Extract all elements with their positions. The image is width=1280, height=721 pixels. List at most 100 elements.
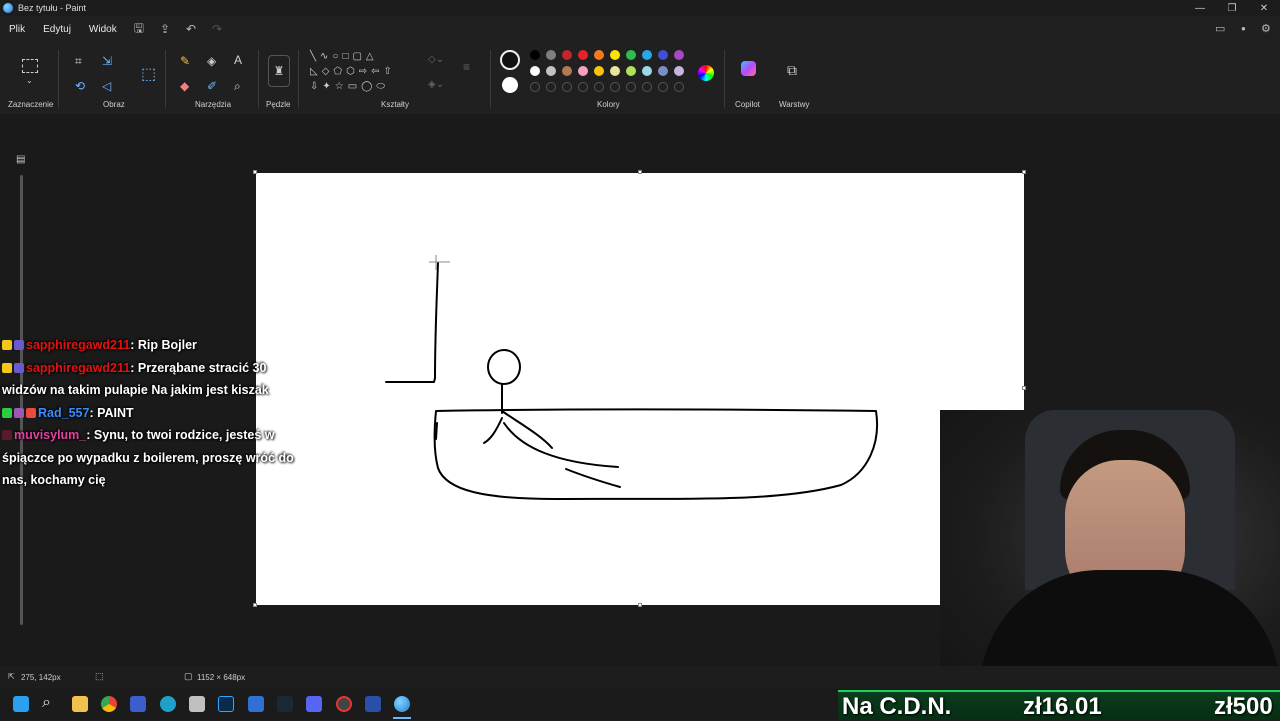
line-width-icon[interactable]: ≡ [463, 60, 470, 74]
color-swatch[interactable] [674, 66, 684, 76]
text-tool-icon[interactable]: A [234, 53, 242, 67]
image-select-icon[interactable]: ⬚ [141, 64, 156, 84]
pencil-icon[interactable]: ✎ [180, 54, 190, 68]
layers-icon[interactable]: ⧉ [787, 62, 797, 79]
app-icon[interactable] [336, 696, 352, 712]
badge-icon [26, 407, 36, 418]
app-icon[interactable] [365, 696, 381, 712]
color-swatch[interactable] [658, 50, 668, 60]
secondary-color-swatch[interactable] [502, 77, 518, 93]
group-label-selection: Zaznaczenie [8, 100, 54, 109]
brush-icon[interactable]: ♜ [268, 55, 290, 87]
search-icon[interactable]: ⌕ [42, 694, 51, 712]
save-icon[interactable]: 🖫 [134, 19, 144, 40]
chrome-icon[interactable] [101, 696, 117, 712]
color-swatch[interactable] [626, 50, 636, 60]
custom-color-slot[interactable] [626, 82, 636, 92]
color-swatch[interactable] [530, 50, 540, 60]
magnifier-icon[interactable]: ⌕ [234, 79, 241, 94]
color-swatch[interactable] [530, 66, 540, 76]
color-swatch[interactable] [610, 66, 620, 76]
chat-username: sapphiregawd211 [26, 338, 131, 352]
start-icon[interactable] [13, 696, 29, 712]
custom-color-slot[interactable] [642, 82, 652, 92]
selection-tool-icon[interactable] [22, 59, 38, 73]
save-app-icon[interactable] [130, 696, 146, 712]
color-swatch[interactable] [562, 50, 572, 60]
photoshop-icon[interactable] [218, 696, 234, 712]
custom-color-slot[interactable] [674, 82, 684, 92]
custom-color-slot[interactable] [562, 82, 572, 92]
flip-icon[interactable]: ◁ [102, 79, 111, 93]
menu-view[interactable]: Widok [80, 24, 126, 35]
chevron-down-icon[interactable]: ⌄ [26, 76, 33, 85]
menu-file[interactable]: Plik [0, 24, 34, 35]
color-swatch[interactable] [594, 50, 604, 60]
color-swatch[interactable] [658, 66, 668, 76]
custom-color-slot[interactable] [530, 82, 540, 92]
undo-icon[interactable]: ↶ [186, 22, 196, 36]
group-label-brushes: Pędzle [266, 100, 291, 109]
canvas-handle[interactable] [638, 603, 642, 607]
color-swatch[interactable] [578, 50, 588, 60]
minimize-button[interactable]: — [1184, 0, 1216, 16]
canvas-handle[interactable] [1022, 170, 1026, 174]
custom-color-slot[interactable] [546, 82, 556, 92]
title-bar: Bez tytułu - Paint — ❐ ✕ [0, 0, 1280, 16]
color-swatch[interactable] [578, 66, 588, 76]
eraser-icon[interactable]: ◆ [180, 79, 189, 93]
paint-taskbar-icon[interactable] [394, 696, 410, 712]
canvas-handle[interactable] [253, 603, 257, 607]
window-title: Bez tytułu - Paint [18, 3, 87, 13]
color-swatch[interactable] [546, 66, 556, 76]
webcam-overlay [940, 410, 1280, 692]
custom-color-slot[interactable] [578, 82, 588, 92]
app-icon[interactable] [189, 696, 205, 712]
app-icon[interactable] [248, 696, 264, 712]
share-feedback-icon[interactable]: ▭ [1215, 22, 1225, 35]
custom-color-slot[interactable] [658, 82, 668, 92]
app-icon[interactable] [306, 696, 322, 712]
chat-text: PAINT [97, 405, 134, 420]
outline-icon[interactable]: ◇⌄ [428, 54, 444, 65]
color-swatch[interactable] [626, 66, 636, 76]
canvas-handle[interactable] [1022, 386, 1026, 390]
edge-icon[interactable] [160, 696, 176, 712]
color-swatch[interactable] [594, 66, 604, 76]
edit-colors-icon[interactable] [698, 65, 714, 81]
primary-color-swatch[interactable] [500, 50, 520, 70]
copilot-icon[interactable] [741, 61, 756, 76]
canvas-size-icon: ▢ [184, 671, 193, 681]
color-swatch[interactable] [674, 50, 684, 60]
fill-icon[interactable]: ◈⌄ [428, 79, 444, 90]
custom-color-slot[interactable] [594, 82, 604, 92]
color-swatch[interactable] [562, 66, 572, 76]
file-explorer-icon[interactable] [72, 696, 88, 712]
color-swatch[interactable] [610, 50, 620, 60]
steam-icon[interactable] [277, 696, 293, 712]
drawing-canvas[interactable] [256, 173, 1024, 605]
color-picker-icon[interactable]: ✐ [207, 79, 217, 93]
crop-icon[interactable]: ⌗ [75, 54, 82, 69]
settings-icon[interactable]: ⚙ [1261, 22, 1271, 35]
close-button[interactable]: ✕ [1248, 0, 1280, 16]
share-icon[interactable]: ⇪ [160, 22, 170, 36]
color-swatch[interactable] [546, 50, 556, 60]
color-swatch[interactable] [642, 66, 652, 76]
redo-icon[interactable]: ↷ [212, 22, 222, 36]
maximize-button[interactable]: ❐ [1216, 0, 1248, 16]
canvas-handle[interactable] [253, 170, 257, 174]
profile-icon[interactable]: ● [1241, 24, 1246, 33]
active-app-indicator [393, 717, 411, 719]
canvas-handle[interactable] [638, 170, 642, 174]
shapes-gallery[interactable]: ╲∿○□▢△ ◺◇⬠⬡⇨⇦⇧ ⇩✦☆▭◯⬭ [310, 49, 414, 97]
rotate-icon[interactable]: ⟲ [75, 79, 85, 93]
ribbon-toolbar: ⌄ Zaznaczenie ⌗ ⇲ ⬚ ⟲ ◁ Obraz ✎ ◈ A ◆ ✐ … [0, 42, 1280, 114]
color-swatch[interactable] [642, 50, 652, 60]
custom-color-slot[interactable] [610, 82, 620, 92]
group-label-copilot: Copilot [735, 100, 760, 109]
resize-icon[interactable]: ⇲ [102, 54, 112, 68]
fill-bucket-icon[interactable]: ◈ [207, 54, 216, 68]
menu-edit[interactable]: Edytuj [34, 24, 80, 35]
zoom-fit-icon[interactable]: ▤ [16, 154, 25, 165]
